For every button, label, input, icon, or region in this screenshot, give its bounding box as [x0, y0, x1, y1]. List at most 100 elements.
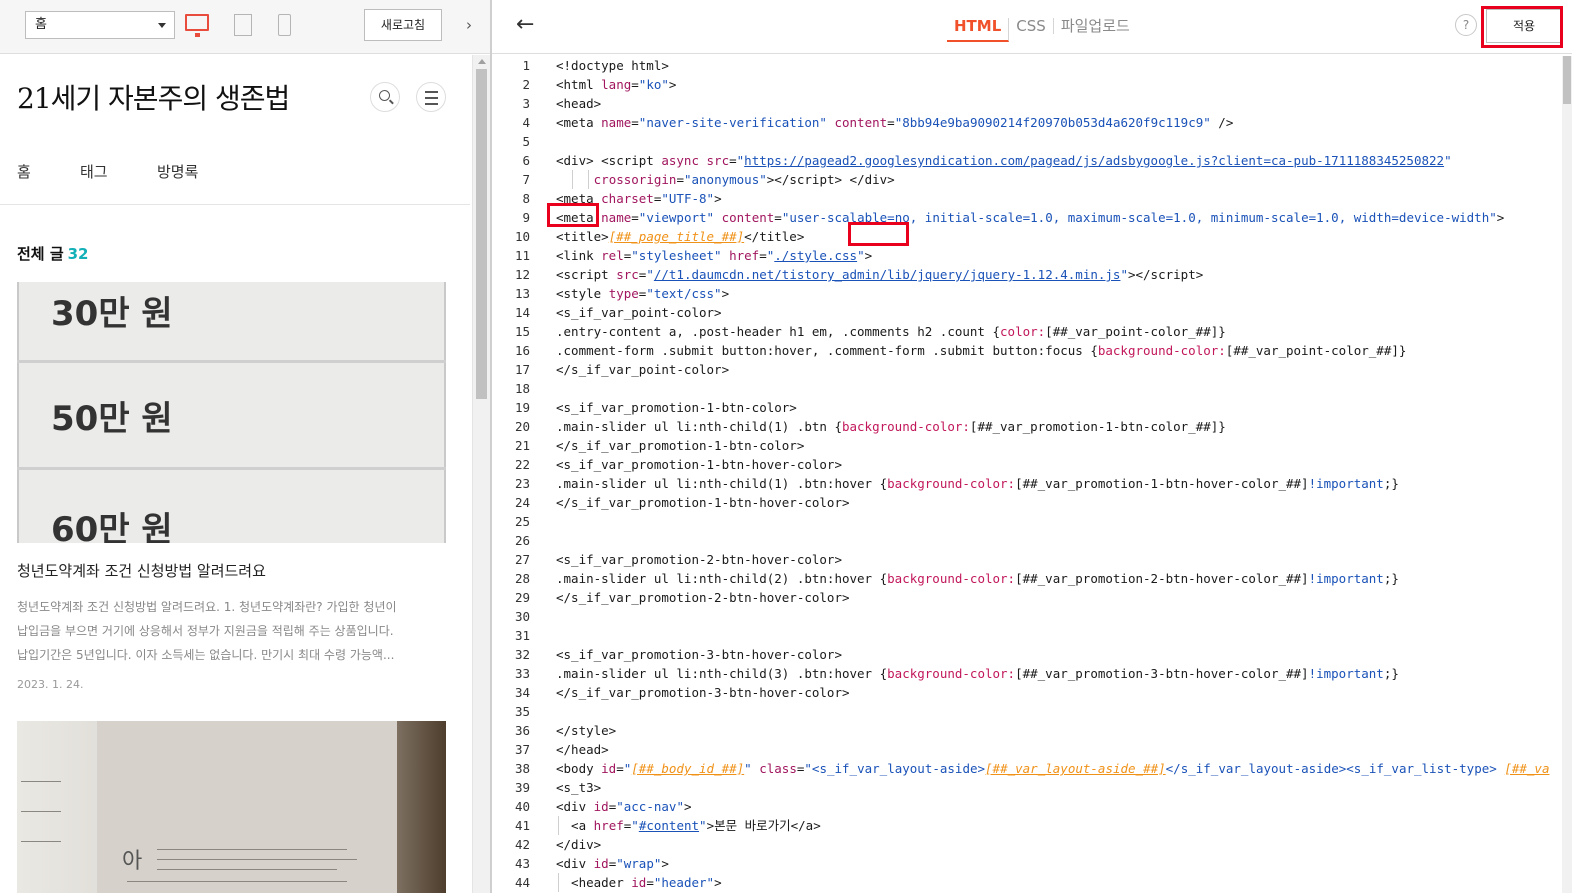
back-arrow-icon[interactable]: ← — [516, 12, 534, 37]
post-title[interactable]: 청년도약계좌 조건 신청방법 알려드려요 — [17, 560, 266, 581]
page-select[interactable]: 홈 — [25, 11, 175, 39]
refresh-button[interactable]: 새로고침 — [364, 9, 442, 41]
code-line[interactable]: 6 <div> <script async src="https://pagead… — [492, 151, 1562, 170]
code-text[interactable]: <header id="header"> — [556, 873, 722, 892]
tab-html[interactable]: HTML — [947, 18, 1010, 42]
code-line[interactable]: 32 <s_if_var_promotion-3-btn-hover-color> — [492, 645, 1562, 664]
editor-scrollbar[interactable] — [1562, 56, 1572, 893]
code-line[interactable]: 44 <header id="header"> — [492, 873, 1562, 892]
code-text[interactable]: <s_if_var_promotion-1-btn-color> — [556, 398, 797, 417]
code-text[interactable]: </s_if_var_promotion-1-btn-color> — [556, 436, 804, 455]
blog-title[interactable]: 21세기 자본주의 생존법 — [17, 77, 290, 117]
code-line[interactable]: 24 </s_if_var_promotion-1-btn-hover-color… — [492, 493, 1562, 512]
code-line[interactable]: 27 <s_if_var_promotion-2-btn-hover-color> — [492, 550, 1562, 569]
code-line[interactable]: 42 </div> — [492, 835, 1562, 854]
code-line[interactable]: 39 <s_t3> — [492, 778, 1562, 797]
code-text[interactable]: <title>[##_page_title_##]</title> — [556, 227, 804, 246]
code-line[interactable]: 10 <title>[##_page_title_##]</title> — [492, 227, 1562, 246]
desktop-icon[interactable] — [185, 14, 209, 37]
code-line[interactable]: 19 <s_if_var_promotion-1-btn-color> — [492, 398, 1562, 417]
code-text[interactable]: .entry-content a, .post-header h1 em, .c… — [556, 322, 1226, 341]
code-line[interactable]: 15 .entry-content a, .post-header h1 em, … — [492, 322, 1562, 341]
post-summary[interactable]: 청년도약계좌 조건 신청방법 알려드려요. 1. 청년도약계좌란? 가입한 청년… — [17, 595, 437, 667]
code-text[interactable]: </head> — [556, 740, 609, 759]
collapse-panel-icon[interactable]: › — [466, 16, 472, 34]
code-line[interactable]: 22 <s_if_var_promotion-1-btn-hover-color> — [492, 455, 1562, 474]
scrollbar-thumb[interactable] — [476, 69, 487, 399]
code-line[interactable]: 35 — [492, 702, 1562, 721]
code-text[interactable]: </style> — [556, 721, 616, 740]
code-text[interactable]: </s_if_var_promotion-2-btn-hover-color> — [556, 588, 850, 607]
code-text[interactable]: .main-slider ul li:nth-child(1) .btn {ba… — [556, 417, 1226, 436]
code-text[interactable]: </s_if_var_promotion-1-btn-hover-color> — [556, 493, 850, 512]
code-text[interactable]: <meta name="naver-site-verification" con… — [556, 113, 1233, 132]
code-line[interactable]: 28 .main-slider ul li:nth-child(2) .btn:h… — [492, 569, 1562, 588]
code-text[interactable]: <head> — [556, 94, 601, 113]
code-line[interactable]: 7 crossorigin="anonymous"></script> </di… — [492, 170, 1562, 189]
code-line[interactable]: 31 — [492, 626, 1562, 645]
code-line[interactable]: 34 </s_if_var_promotion-3-btn-hover-color… — [492, 683, 1562, 702]
code-text[interactable]: <html lang="ko"> — [556, 75, 676, 94]
code-text[interactable]: </s_if_var_promotion-3-btn-hover-color> — [556, 683, 850, 702]
code-line[interactable]: 8 <meta charset="UTF-8"> — [492, 189, 1562, 208]
help-icon[interactable]: ? — [1455, 14, 1477, 36]
post-thumbnail[interactable]: 30만 원 50만 원 60만 원 — [17, 282, 446, 543]
code-line[interactable]: 25 — [492, 512, 1562, 531]
code-line[interactable]: 12 <script src="//t1.daumcdn.net/tistory_… — [492, 265, 1562, 284]
code-text[interactable]: <a href="#content">본문 바로가기</a> — [556, 816, 821, 835]
code-line[interactable]: 37 </head> — [492, 740, 1562, 759]
code-line[interactable]: 2 <html lang="ko"> — [492, 75, 1562, 94]
code-text[interactable]: <body id="[##_body_id_##]" class="<s_if_… — [556, 759, 1549, 778]
code-text[interactable]: crossorigin="anonymous"></script> </div> — [556, 170, 895, 189]
menu-button[interactable] — [416, 82, 446, 112]
code-text[interactable]: .main-slider ul li:nth-child(2) .btn:hov… — [556, 569, 1399, 588]
code-line[interactable]: 11 <link rel="stylesheet" href="./style.c… — [492, 246, 1562, 265]
code-text[interactable]: <s_if_var_promotion-2-btn-hover-color> — [556, 550, 842, 569]
code-line[interactable]: 33 .main-slider ul li:nth-child(3) .btn:h… — [492, 664, 1562, 683]
code-line[interactable]: 23 .main-slider ul li:nth-child(1) .btn:h… — [492, 474, 1562, 493]
code-text[interactable]: <div id="acc-nav"> — [556, 797, 692, 816]
code-text[interactable]: .comment-form .submit button:hover, .com… — [556, 341, 1406, 360]
code-line[interactable]: 38 <body id="[##_body_id_##]" class="<s_i… — [492, 759, 1562, 778]
code-line[interactable]: 20 .main-slider ul li:nth-child(1) .btn {… — [492, 417, 1562, 436]
code-line[interactable]: 3 <head> — [492, 94, 1562, 113]
code-line[interactable]: 13 <style type="text/css"> — [492, 284, 1562, 303]
code-line[interactable]: 41 <a href="#content">본문 바로가기</a> — [492, 816, 1562, 835]
code-line[interactable]: 17 </s_if_var_point-color> — [492, 360, 1562, 379]
code-text[interactable]: <link rel="stylesheet" href="./style.css… — [556, 246, 872, 265]
code-line[interactable]: 40 <div id="acc-nav"> — [492, 797, 1562, 816]
code-line[interactable]: 43 <div id="wrap"> — [492, 854, 1562, 873]
code-line[interactable]: 4 <meta name="naver-site-verification" co… — [492, 113, 1562, 132]
nav-guestbook[interactable]: 방명록 — [157, 161, 198, 182]
search-button[interactable] — [370, 82, 400, 112]
code-text[interactable]: <s_if_var_point-color> — [556, 303, 722, 322]
code-text[interactable]: <s_if_var_promotion-3-btn-hover-color> — [556, 645, 842, 664]
code-line[interactable]: 14 <s_if_var_point-color> — [492, 303, 1562, 322]
code-text[interactable]: .main-slider ul li:nth-child(1) .btn:hov… — [556, 474, 1399, 493]
code-line[interactable]: 29 </s_if_var_promotion-2-btn-hover-color… — [492, 588, 1562, 607]
code-text[interactable]: <s_t3> — [556, 778, 601, 797]
code-text[interactable]: <meta name="viewport" content="user-scal… — [556, 208, 1504, 227]
code-text[interactable]: <s_if_var_promotion-1-btn-hover-color> — [556, 455, 842, 474]
code-area[interactable]: 1 <!doctype html> 2 <html lang="ko"> 3 <hea… — [492, 56, 1562, 893]
preview-scrollbar[interactable] — [472, 55, 490, 893]
code-text[interactable]: <style type="text/css"> — [556, 284, 729, 303]
post-thumbnail-book[interactable]: 아 — [17, 721, 446, 893]
code-text[interactable]: </div> — [556, 835, 601, 854]
code-line[interactable]: 16 .comment-form .submit button:hover, .c… — [492, 341, 1562, 360]
mobile-icon[interactable] — [278, 14, 291, 36]
code-line[interactable]: 30 — [492, 607, 1562, 626]
tablet-icon[interactable] — [234, 14, 252, 36]
code-line[interactable]: 9 <meta name="viewport" content="user-sca… — [492, 208, 1562, 227]
nav-tag[interactable]: 태그 — [80, 161, 108, 182]
code-line[interactable]: 26 — [492, 531, 1562, 550]
code-text[interactable]: </s_if_var_point-color> — [556, 360, 729, 379]
code-line[interactable]: 1 <!doctype html> — [492, 56, 1562, 75]
code-line[interactable]: 21 </s_if_var_promotion-1-btn-color> — [492, 436, 1562, 455]
nav-home[interactable]: 홈 — [17, 161, 31, 182]
code-text[interactable]: .main-slider ul li:nth-child(3) .btn:hov… — [556, 664, 1399, 683]
scrollbar-thumb[interactable] — [1563, 56, 1571, 104]
scroll-up-icon[interactable] — [478, 59, 486, 64]
code-text[interactable]: <div> <script async src="https://pagead2… — [556, 151, 1452, 170]
tab-css[interactable]: CSS — [1009, 18, 1054, 34]
